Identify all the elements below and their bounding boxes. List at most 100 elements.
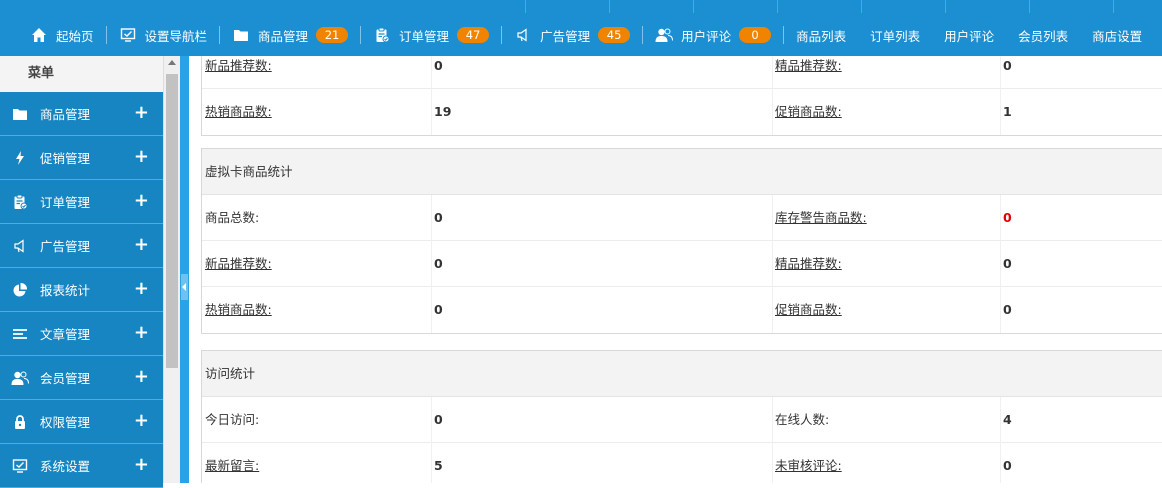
pie-chart-icon xyxy=(10,280,30,300)
sidebar-item-articles[interactable]: 文章管理 + xyxy=(0,312,163,356)
stat-value: 0 xyxy=(1000,56,1012,89)
stat-value: 0 xyxy=(431,195,443,241)
new-recommend-link[interactable]: 新品推荐数: xyxy=(205,241,272,287)
visit-stats-panel: 访问统计 今日访问: 0 在线人数: 4 最新留言: 5 未审核评论: 0 xyxy=(201,350,1162,483)
expand-plus-icon[interactable]: + xyxy=(134,236,149,254)
nav-setup-navbar-label: 设置导航栏 xyxy=(144,28,208,44)
main-content: 新品推荐数: 0 精品推荐数: 0 热销商品数: 19 促销商品数: 1 虚拟卡… xyxy=(189,56,1162,483)
expand-plus-icon[interactable]: + xyxy=(134,324,149,342)
stat-value: 0 xyxy=(1000,287,1012,333)
sidebar-item-members[interactable]: 会员管理 + xyxy=(0,356,163,400)
stat-value: 0 xyxy=(431,56,443,89)
stat-value: 19 xyxy=(431,89,451,135)
table-row: 商品总数: 0 库存警告商品数: 0 xyxy=(202,195,1162,241)
stat-value: 0 xyxy=(431,241,443,287)
collapse-sidebar-handle[interactable] xyxy=(181,274,188,300)
nav-user-comments-label: 用户评论 xyxy=(681,28,732,44)
sidebar-item-label: 会员管理 xyxy=(40,371,91,386)
scrollbar-thumb[interactable] xyxy=(166,74,178,368)
stat-value: 5 xyxy=(431,443,443,483)
stat-label: 今日访问: xyxy=(205,412,260,427)
nav-ad-manage-label: 广告管理 xyxy=(540,28,591,44)
best-recommend-link[interactable]: 精品推荐数: xyxy=(772,241,842,287)
sidebar-item-label: 权限管理 xyxy=(40,415,91,430)
scroll-up-arrow-icon[interactable] xyxy=(168,60,176,65)
order-count-badge: 47 xyxy=(457,27,490,43)
expand-plus-icon[interactable]: + xyxy=(134,280,149,298)
nav-goods-manage-label: 商品管理 xyxy=(258,28,309,44)
expand-plus-icon[interactable]: + xyxy=(134,148,149,166)
sidebar-title: 菜单 xyxy=(0,56,163,92)
goods-count-badge: 21 xyxy=(316,27,349,43)
stat-value: 0 xyxy=(431,397,443,443)
sidebar-item-system[interactable]: 系统设置 + xyxy=(0,444,163,488)
sidebar-item-promotion[interactable]: 促销管理 + xyxy=(0,136,163,180)
quick-link-goods-list[interactable]: 商品列表 xyxy=(784,26,858,45)
promote-goods-link[interactable]: 促销商品数: xyxy=(772,89,842,135)
sidebar-scrollbar[interactable] xyxy=(163,56,180,483)
top-strip xyxy=(0,0,1162,13)
stock-warning-link[interactable]: 库存警告商品数: xyxy=(772,195,867,241)
quick-link-shop-settings[interactable]: 商店设置 xyxy=(1080,26,1154,45)
sidebar-item-ads[interactable]: 广告管理 + xyxy=(0,224,163,268)
stat-value: 0 xyxy=(1000,241,1012,287)
unreviewed-comments-link[interactable]: 未审核评论: xyxy=(772,443,842,483)
sidebar: 菜单 商品管理 + 促销管理 + 订单管理 + 广告管理 + 报表统计 + 文章… xyxy=(0,56,163,488)
goods-stats-panel: 新品推荐数: 0 精品推荐数: 0 热销商品数: 19 促销商品数: 1 xyxy=(201,56,1162,136)
expand-plus-icon[interactable]: + xyxy=(134,104,149,122)
stat-value: 0 xyxy=(431,287,443,333)
clipboard-icon xyxy=(373,26,391,44)
stat-value: 1 xyxy=(1000,89,1012,135)
sidebar-item-label: 促销管理 xyxy=(40,151,91,166)
expand-plus-icon[interactable]: + xyxy=(134,192,149,210)
clipboard-icon xyxy=(10,192,30,212)
monitor-check-icon xyxy=(10,456,30,476)
nav-user-comments[interactable]: 用户评论 0 xyxy=(643,14,783,56)
nav-order-manage-label: 订单管理 xyxy=(399,28,450,44)
sidebar-item-reports[interactable]: 报表统计 + xyxy=(0,268,163,312)
virtual-card-stats-panel: 虚拟卡商品统计 商品总数: 0 库存警告商品数: 0 新品推荐数: 0 精品推荐… xyxy=(201,148,1162,334)
home-icon xyxy=(30,26,48,44)
sidebar-item-orders[interactable]: 订单管理 + xyxy=(0,180,163,224)
users-icon xyxy=(10,368,30,388)
expand-plus-icon[interactable]: + xyxy=(134,412,149,430)
new-recommend-link[interactable]: 新品推荐数: xyxy=(205,56,272,89)
latest-message-link[interactable]: 最新留言: xyxy=(205,443,259,483)
users-icon xyxy=(655,26,674,44)
megaphone-icon xyxy=(10,236,30,256)
nav-home[interactable]: 起始页 xyxy=(0,14,106,56)
table-row: 热销商品数: 19 促销商品数: 1 xyxy=(202,89,1162,135)
collapse-arrow-icon xyxy=(182,283,186,291)
sidebar-item-label: 广告管理 xyxy=(40,239,91,254)
sidebar-splitter[interactable] xyxy=(180,56,189,483)
stat-value: 0 xyxy=(1000,443,1012,483)
sidebar-item-label: 文章管理 xyxy=(40,327,91,342)
panel-title: 访问统计 xyxy=(202,351,1162,397)
table-row: 新品推荐数: 0 精品推荐数: 0 xyxy=(202,241,1162,287)
quick-link-order-list[interactable]: 订单列表 xyxy=(858,26,932,45)
quick-link-user-comments[interactable]: 用户评论 xyxy=(932,26,1006,45)
stat-label: 在线人数: xyxy=(772,397,829,443)
sidebar-item-label: 订单管理 xyxy=(40,195,91,210)
nav-setup-navbar[interactable]: 设置导航栏 xyxy=(107,14,220,56)
ad-count-badge: 45 xyxy=(598,27,631,43)
expand-plus-icon[interactable]: + xyxy=(134,368,149,386)
nav-ad-manage[interactable]: 广告管理 45 xyxy=(502,14,642,56)
sidebar-item-goods[interactable]: 商品管理 + xyxy=(0,92,163,136)
monitor-check-icon xyxy=(119,26,137,44)
hot-goods-link[interactable]: 热销商品数: xyxy=(205,89,272,135)
hot-goods-link[interactable]: 热销商品数: xyxy=(205,287,272,333)
sidebar-item-label: 商品管理 xyxy=(40,107,91,122)
sidebar-item-label: 系统设置 xyxy=(40,459,91,474)
table-row: 热销商品数: 0 促销商品数: 0 xyxy=(202,287,1162,333)
sidebar-item-permissions[interactable]: 权限管理 + xyxy=(0,400,163,444)
promote-goods-link[interactable]: 促销商品数: xyxy=(772,287,842,333)
table-row: 最新留言: 5 未审核评论: 0 xyxy=(202,443,1162,483)
lines-icon xyxy=(10,324,30,344)
nav-home-label: 起始页 xyxy=(56,28,94,44)
best-recommend-link[interactable]: 精品推荐数: xyxy=(772,56,842,89)
nav-goods-manage[interactable]: 商品管理 21 xyxy=(220,14,360,56)
expand-plus-icon[interactable]: + xyxy=(134,456,149,474)
quick-link-member-list[interactable]: 会员列表 xyxy=(1006,26,1080,45)
nav-order-manage[interactable]: 订单管理 47 xyxy=(361,14,501,56)
